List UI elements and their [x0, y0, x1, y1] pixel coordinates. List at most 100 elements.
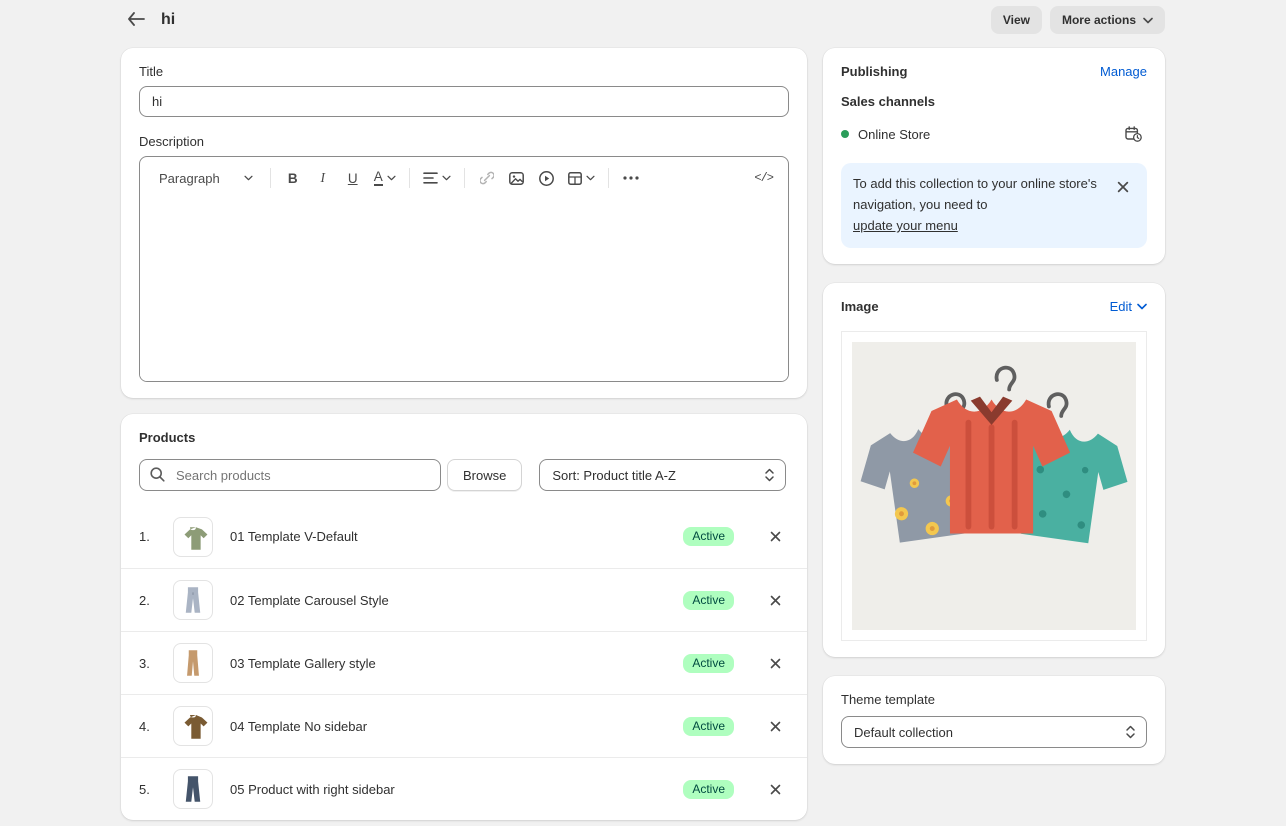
- underline-button[interactable]: U: [339, 163, 367, 193]
- toolbar-divider: [608, 168, 609, 188]
- alignment-button[interactable]: [418, 163, 456, 193]
- title-label: Title: [139, 64, 789, 79]
- table-row: 4. 04 Template No sidebar Active: [121, 694, 807, 757]
- schedule-publish-button[interactable]: [1119, 120, 1147, 148]
- theme-template-select[interactable]: Default collection: [841, 716, 1147, 748]
- edit-image-button[interactable]: Edit: [1110, 299, 1147, 314]
- sort-stepper-icon: [764, 468, 775, 482]
- main-column: Title Description Paragraph B I: [121, 48, 807, 820]
- sales-channels-label: Sales channels: [841, 94, 1147, 109]
- text-color-letter: A: [374, 170, 383, 187]
- insert-image-button[interactable]: [503, 163, 531, 193]
- pants-image: [176, 583, 210, 617]
- chevron-down-icon: [387, 175, 396, 181]
- chevron-down-icon: [1143, 17, 1153, 24]
- chevron-down-icon: [442, 175, 451, 181]
- remove-product-button[interactable]: [761, 649, 789, 677]
- bold-button[interactable]: B: [279, 163, 307, 193]
- link-icon: [480, 171, 494, 185]
- table-icon: [568, 172, 582, 185]
- table-row: 5. 05 Product with right sidebar Active: [121, 757, 807, 820]
- browse-button[interactable]: Browse: [447, 459, 522, 491]
- row-index: 3.: [139, 656, 173, 671]
- more-horizontal-icon: [623, 176, 639, 180]
- collection-image-frame[interactable]: [841, 331, 1147, 641]
- online-store-status-dot: [841, 130, 849, 138]
- more-actions-button[interactable]: More actions: [1050, 6, 1165, 34]
- row-index: 4.: [139, 719, 173, 734]
- row-index: 2.: [139, 593, 173, 608]
- hoodie-image: [176, 709, 210, 743]
- more-formatting-button[interactable]: [617, 163, 645, 193]
- description-label: Description: [139, 134, 789, 149]
- rich-text-editor: Paragraph B I U A: [139, 156, 789, 382]
- description-block: Description Paragraph B I U: [139, 134, 789, 382]
- close-icon: [770, 531, 781, 542]
- product-thumbnail: [173, 580, 213, 620]
- collection-image: [852, 342, 1136, 630]
- product-thumbnail: [173, 706, 213, 746]
- close-icon: [770, 784, 781, 795]
- remove-product-button[interactable]: [761, 775, 789, 803]
- back-arrow-icon: [127, 12, 145, 26]
- search-products-input[interactable]: [139, 459, 441, 491]
- edit-image-label: Edit: [1110, 299, 1132, 314]
- remove-product-button[interactable]: [761, 712, 789, 740]
- sort-select[interactable]: Sort: Product title A-Z: [539, 459, 786, 491]
- remove-product-button[interactable]: [761, 523, 789, 551]
- publishing-header: Publishing Manage: [841, 64, 1147, 79]
- top-bar-actions: View More actions: [991, 6, 1165, 34]
- image-icon: [509, 172, 524, 185]
- chevron-down-icon: [244, 175, 253, 181]
- search-icon: [150, 467, 165, 485]
- link-button[interactable]: [473, 163, 501, 193]
- video-play-icon: [539, 171, 554, 186]
- product-name: 01 Template V-Default: [230, 529, 683, 544]
- description-textarea[interactable]: [140, 197, 788, 381]
- select-stepper-icon: [1125, 725, 1136, 739]
- title-input[interactable]: [139, 86, 789, 117]
- products-header: Products: [121, 414, 807, 445]
- shirts-illustration: [852, 343, 1136, 629]
- product-name: 03 Template Gallery style: [230, 656, 683, 671]
- view-button[interactable]: View: [991, 6, 1042, 34]
- close-icon: [770, 658, 781, 669]
- product-list: 1. 01 Template V-Default Active 2.: [121, 505, 807, 820]
- toolbar-divider: [409, 168, 410, 188]
- manage-link[interactable]: Manage: [1100, 64, 1147, 79]
- table-row: 2. 02 Template Carousel Style Active: [121, 568, 807, 631]
- dismiss-banner-button[interactable]: [1109, 173, 1137, 201]
- back-button[interactable]: [121, 7, 151, 33]
- paragraph-style-select[interactable]: Paragraph: [150, 163, 262, 193]
- title-card: Title Description Paragraph B I: [121, 48, 807, 398]
- product-thumbnail: [173, 643, 213, 683]
- table-row: 1. 01 Template V-Default Active: [121, 505, 807, 568]
- product-thumbnail: [173, 769, 213, 809]
- product-name: 05 Product with right sidebar: [230, 782, 683, 797]
- view-button-label: View: [1003, 13, 1030, 27]
- italic-button[interactable]: I: [309, 163, 337, 193]
- status-badge: Active: [683, 654, 734, 673]
- image-card: Image Edit: [823, 283, 1165, 657]
- close-icon: [770, 595, 781, 606]
- calendar-clock-icon: [1125, 126, 1142, 142]
- top-bar: hi View More actions: [121, 0, 1165, 48]
- text-color-button[interactable]: A: [369, 163, 401, 193]
- more-actions-label: More actions: [1062, 13, 1136, 27]
- show-html-button[interactable]: </>: [749, 163, 778, 193]
- status-badge: Active: [683, 527, 734, 546]
- update-your-menu-link[interactable]: update your menu: [853, 218, 958, 233]
- image-header: Image Edit: [841, 299, 1147, 314]
- page-title: hi: [161, 11, 175, 29]
- row-index: 1.: [139, 529, 173, 544]
- remove-product-button[interactable]: [761, 586, 789, 614]
- chevron-down-icon: [586, 175, 595, 181]
- insert-video-button[interactable]: [533, 163, 561, 193]
- insert-table-button[interactable]: [563, 163, 600, 193]
- side-column: Publishing Manage Sales channels Online …: [823, 48, 1165, 764]
- sweater-image: [176, 520, 210, 554]
- navigation-info-banner: To add this collection to your online st…: [841, 163, 1147, 248]
- chevron-down-icon: [1137, 303, 1147, 310]
- editor-toolbar: Paragraph B I U A: [140, 157, 788, 197]
- top-bar-left: hi: [121, 7, 175, 33]
